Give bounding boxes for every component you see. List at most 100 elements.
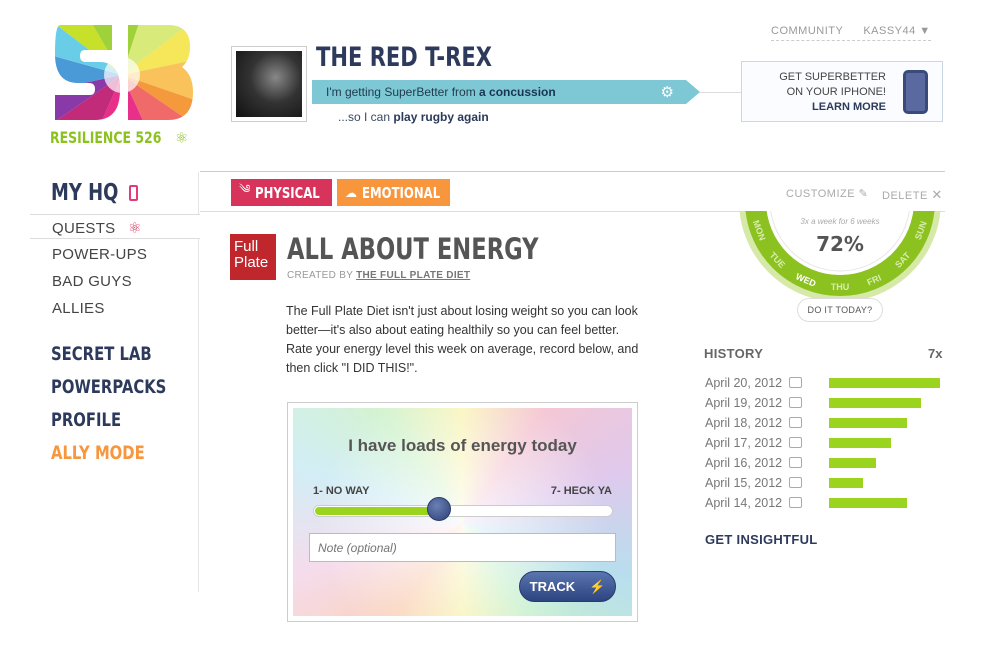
sidebar-item-secret-lab[interactable]: SECRET LAB [51, 343, 152, 365]
comment-icon[interactable] [789, 457, 802, 468]
tab-label: EMOTIONAL [362, 183, 441, 202]
avatar[interactable] [231, 46, 307, 122]
history-row: April 20, 2012 [705, 376, 945, 396]
history-date: April 19, 2012 [705, 396, 783, 410]
quest-title: ALL ABOUT ENERGY [287, 232, 539, 266]
history-bar [829, 398, 922, 408]
track-button[interactable]: TRACK ⚡ [519, 571, 616, 602]
tracker-question: I have loads of energy today [348, 436, 577, 455]
tab-physical[interactable]: ༄ PHYSICAL 3 [231, 179, 341, 206]
tracker-card: I have loads of energy today 1- NO WAY 7… [287, 402, 638, 622]
battery-icon [129, 185, 139, 201]
delete-label: DELETE [882, 190, 928, 202]
comment-icon[interactable] [789, 417, 802, 428]
comment-icon[interactable] [789, 497, 802, 508]
history-date: April 18, 2012 [705, 416, 783, 430]
history-count: 7x [928, 346, 943, 361]
divider [700, 92, 742, 93]
history-row: April 18, 2012 [705, 416, 945, 436]
ribbon-prefix: I'm getting SuperBetter from [326, 85, 480, 99]
my-hq-label: MY HQ [51, 180, 119, 206]
customize-button[interactable]: CUSTOMIZE ✎ [786, 187, 868, 200]
history-date: April 15, 2012 [705, 476, 783, 490]
history-bar [829, 418, 907, 428]
customize-label: CUSTOMIZE [786, 188, 856, 200]
history-bar [829, 458, 876, 468]
track-label: TRACK [529, 579, 576, 594]
comment-icon[interactable] [789, 477, 802, 488]
resilience-score: RESILIENCE 526 ⚛ [50, 128, 188, 147]
slider-low-label: 1- NO WAY [313, 485, 370, 497]
iphone-promo[interactable]: GET SUPERBETTER ON YOUR IPHONE! LEARN MO… [741, 61, 943, 122]
logo-line2: Plate [234, 254, 269, 271]
user-menu[interactable]: KASSY44 ▼ [863, 25, 930, 37]
close-icon: ✕ [931, 187, 943, 202]
goal-prefix: ...so I can [338, 110, 394, 124]
history-date: April 20, 2012 [705, 376, 783, 390]
history-row: April 15, 2012 [705, 476, 945, 496]
created-prefix: CREATED BY [287, 270, 357, 281]
community-link[interactable]: COMMUNITY [771, 25, 843, 37]
slider-high-label: 7- HECK YA [550, 485, 612, 497]
note-input[interactable] [309, 533, 616, 562]
energy-slider[interactable] [313, 505, 613, 517]
tab-emotional[interactable]: ☁ EMOTIONAL 1 [337, 179, 467, 206]
history-row: April 19, 2012 [705, 396, 945, 416]
superbetter-logo[interactable] [50, 20, 195, 125]
history-date: April 17, 2012 [705, 436, 783, 450]
brain-icon: ☁ [345, 185, 357, 200]
sidebar-item-profile[interactable]: PROFILE [51, 409, 121, 431]
hero-name: THE RED T-REX [316, 42, 492, 73]
condition-ribbon: I'm getting SuperBetter from a concussio… [312, 80, 700, 104]
comment-icon[interactable] [789, 437, 802, 448]
history-date: April 16, 2012 [705, 456, 783, 470]
top-nav: COMMUNITY KASSY44 ▼ [771, 25, 931, 41]
pencil-icon: ✎ [858, 188, 869, 200]
gauge-day-thu: THU [831, 282, 850, 292]
goal-text: play rugby again [393, 110, 489, 124]
full-plate-logo: Full Plate [230, 234, 276, 280]
sidebar-item-power-ups[interactable]: POWER-UPS [52, 246, 147, 263]
learn-more-link[interactable]: LEARN MORE [779, 100, 886, 115]
tab-count: 1 [460, 185, 467, 200]
gauge-percent: 72% [816, 232, 864, 256]
phone-icon [903, 70, 928, 114]
sidebar-item-label: QUESTS [52, 220, 116, 237]
promo-line1: GET SUPERBETTER [779, 71, 886, 83]
goal-line: ...so I can play rugby again [338, 110, 489, 124]
created-by: CREATED BY THE FULL PLATE DIET [287, 270, 470, 281]
atom-icon: ⚛ [174, 129, 189, 147]
sidebar-item-quests[interactable]: QUESTS ⚛ [52, 219, 142, 237]
history-row: April 14, 2012 [705, 496, 945, 516]
sidebar-item-powerpacks[interactable]: POWERPACKS [51, 376, 166, 398]
physical-icon: ༄ [239, 181, 251, 196]
promo-line2: ON YOUR IPHONE! [786, 86, 886, 98]
history-bar [829, 438, 892, 448]
my-hq-heading[interactable]: MY HQ [51, 180, 139, 206]
resilience-label: RESILIENCE 526 [50, 128, 162, 147]
atom-icon: ⚛ [127, 220, 142, 237]
sidebar-item-allies[interactable]: ALLIES [52, 300, 105, 317]
slider-handle[interactable] [427, 497, 451, 521]
history-title: HISTORY [704, 346, 764, 361]
history-bar [829, 478, 864, 488]
comment-icon[interactable] [789, 377, 802, 388]
history-bar [829, 378, 940, 388]
creator-link[interactable]: THE FULL PLATE DIET [356, 270, 470, 281]
sidebar-item-ally-mode[interactable]: ALLY MODE [51, 442, 145, 464]
history-bar [829, 498, 907, 508]
history-row: April 16, 2012 [705, 456, 945, 476]
delete-button[interactable]: DELETE ✕ [882, 187, 943, 203]
sidebar-item-bad-guys[interactable]: BAD GUYS [52, 273, 132, 290]
slider-fill [315, 507, 441, 515]
history-row: April 17, 2012 [705, 436, 945, 456]
do-it-today-button[interactable]: DO IT TODAY? [797, 298, 883, 322]
progress-gauge: 3x a week for 6 weeks 72% MON TUE WED THU FR… [738, 211, 943, 301]
logo-line1: Full [234, 238, 259, 255]
get-insightful-link[interactable]: GET INSIGHTFUL [705, 532, 818, 547]
tab-label: PHYSICAL [255, 183, 321, 202]
comment-icon[interactable] [789, 397, 802, 408]
gauge-frequency: 3x a week for 6 weeks [800, 217, 879, 226]
gear-icon[interactable]: ⚙ [661, 83, 674, 101]
quest-description: The Full Plate Diet isn't just about los… [286, 304, 639, 375]
